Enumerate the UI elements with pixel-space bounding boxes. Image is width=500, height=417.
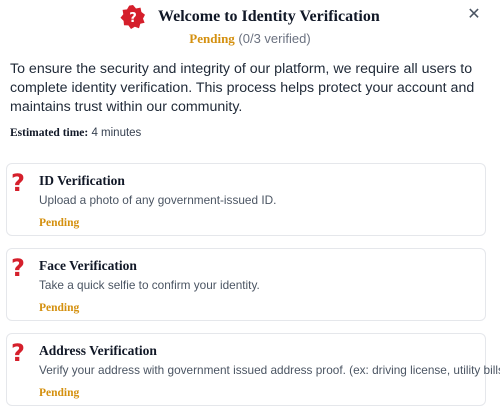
close-icon[interactable]: ✕ <box>464 4 484 24</box>
step-status: Pending <box>39 217 80 229</box>
step-title: Address Verification <box>39 343 157 358</box>
step-card-id-verification[interactable]: ? ID Verification Upload a photo of any … <box>6 163 486 236</box>
step-card-address-verification[interactable]: ? Address Verification Verify your addre… <box>6 333 500 406</box>
question-badge-icon: ? <box>120 5 145 29</box>
step-title: Face Verification <box>39 258 137 273</box>
question-mark-icon: ? <box>11 254 25 282</box>
step-status: Pending <box>39 387 80 399</box>
step-card-face-verification[interactable]: ? Face Verification Take a quick selfie … <box>6 248 486 321</box>
overall-status: Pending (0/3 verified) <box>0 31 500 47</box>
step-description: Take a quick selfie to confirm your iden… <box>39 278 260 292</box>
intro-text: To ensure the security and integrity of … <box>10 61 475 115</box>
question-mark-icon: ? <box>11 339 25 367</box>
step-title: ID Verification <box>39 173 125 188</box>
estimated-time-label: Estimated time: <box>10 127 89 139</box>
modal-header: ? Welcome to Identity Verification ✕ Pen… <box>0 0 500 52</box>
step-description: Upload a photo of any government-issued … <box>39 193 277 207</box>
step-description: Verify your address with government issu… <box>39 363 500 377</box>
step-status: Pending <box>39 302 80 314</box>
verified-count: (0/3 verified) <box>234 31 311 46</box>
estimated-time: Estimated time: 4 minutes <box>10 127 141 139</box>
estimated-time-value: 4 minutes <box>88 127 142 139</box>
title-row: ? Welcome to Identity Verification <box>120 4 380 30</box>
status-badge: Pending <box>189 31 235 46</box>
question-mark-icon: ? <box>11 169 25 197</box>
svg-text:?: ? <box>129 11 137 26</box>
page-title: Welcome to Identity Verification <box>158 8 380 25</box>
